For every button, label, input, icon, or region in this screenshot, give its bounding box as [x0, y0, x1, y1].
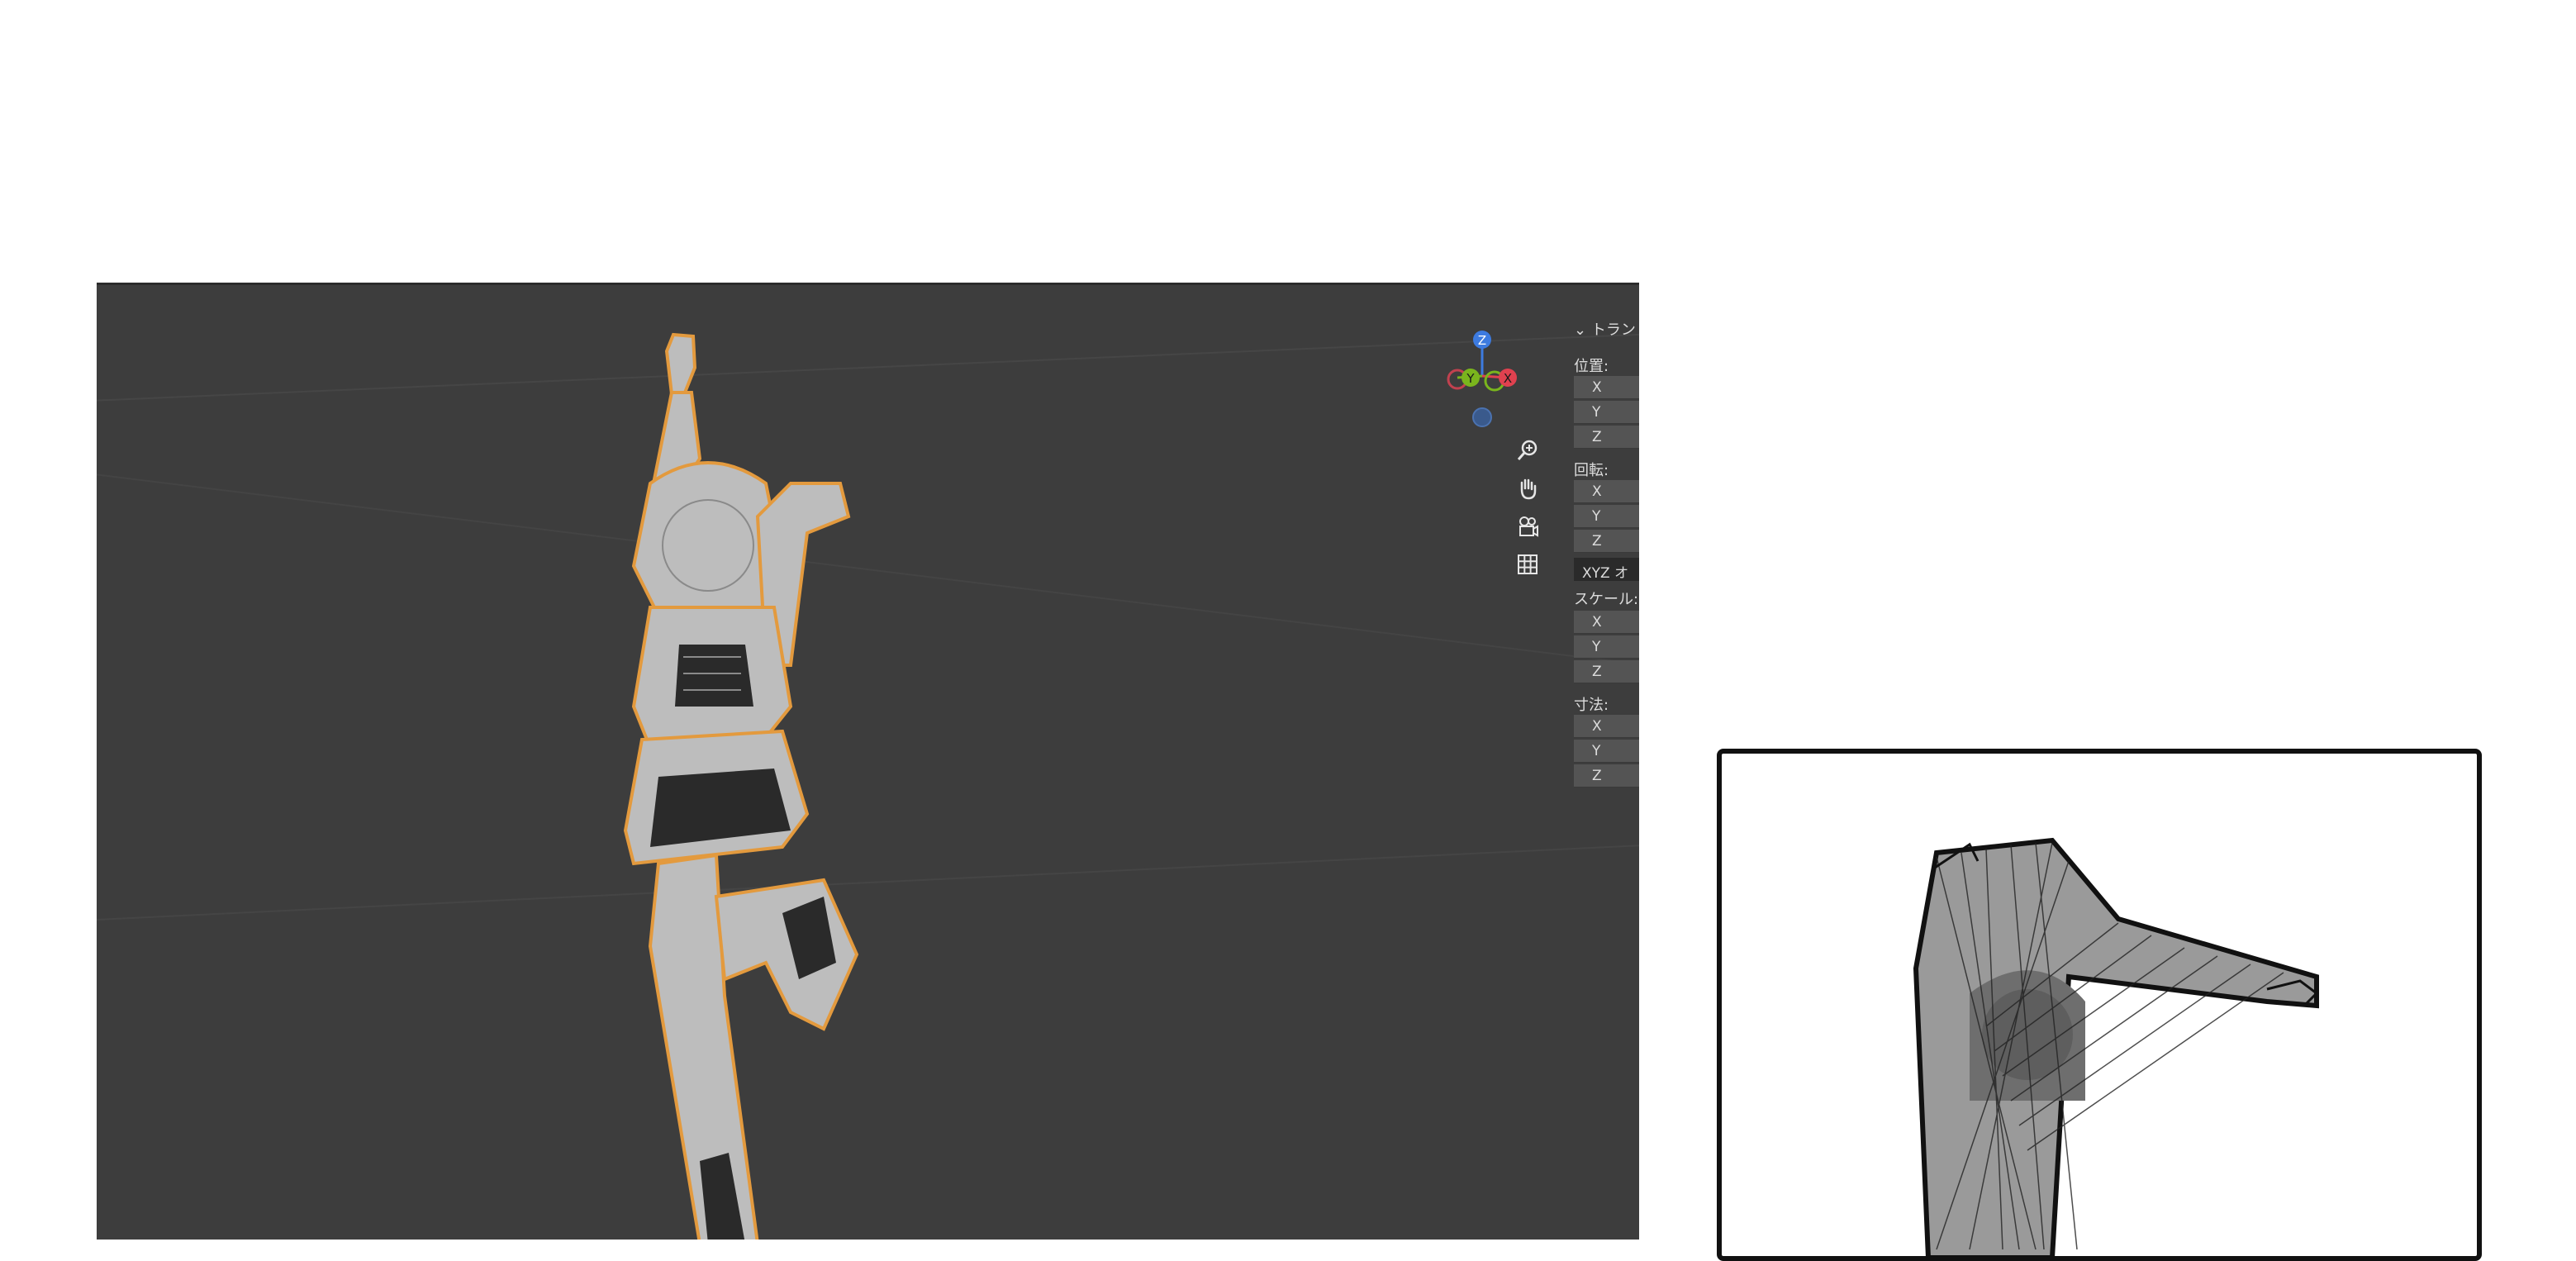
dimensions-label: 寸法:	[1574, 697, 1609, 714]
rotation-z-field[interactable]: Z	[1574, 530, 1639, 553]
scale-z-field[interactable]: Z	[1574, 660, 1639, 683]
location-z-field[interactable]: Z	[1574, 426, 1639, 449]
location-label: 位置:	[1574, 358, 1609, 375]
zoom-icon	[1517, 440, 1538, 460]
gizmo-z-label: Z	[1478, 333, 1486, 348]
chevron-down-icon: ⌄	[1574, 321, 1587, 339]
camera-view-button[interactable]	[1511, 510, 1544, 543]
dimensions-z-field[interactable]: Z	[1574, 764, 1639, 788]
hand-icon	[1520, 478, 1537, 500]
character-model[interactable]	[510, 318, 1088, 1240]
rotation-y-field[interactable]: Y	[1574, 505, 1639, 528]
dimensions-y-field[interactable]: Y	[1574, 740, 1639, 763]
transform-panel: ⌄ トラン 位置: X Y Z 回転: X Y Z XYZ オ スケール: X …	[1569, 318, 1639, 1087]
scale-x-field[interactable]: X	[1574, 611, 1639, 634]
transform-panel-header[interactable]: ⌄ トラン	[1574, 318, 1636, 340]
wireframe-model-image	[1913, 837, 2319, 1256]
3d-viewport[interactable]: Z Y X ⌄ トラン 位置: X Y Z 回転: X Y Z XYZ オ スケ…	[97, 283, 1639, 1240]
scale-label: スケール:	[1574, 591, 1639, 608]
rotation-x-field[interactable]: X	[1574, 480, 1639, 503]
gizmo-x-label: X	[1504, 371, 1512, 386]
dimensions-x-field[interactable]: X	[1574, 715, 1639, 738]
axis-gizmo[interactable]: Z Y X	[1435, 326, 1534, 434]
camera-icon	[1519, 516, 1538, 537]
location-x-field[interactable]: X	[1574, 376, 1639, 399]
gizmo-y-label: Y	[1466, 371, 1475, 386]
wireframe-preview	[1717, 749, 2482, 1261]
zoom-button[interactable]	[1511, 434, 1544, 467]
ortho-toggle-button[interactable]	[1511, 548, 1544, 581]
rotation-label: 回転:	[1574, 462, 1609, 479]
pan-button[interactable]	[1511, 472, 1544, 505]
grid-icon	[1518, 554, 1538, 574]
gizmo-neg-z[interactable]	[1472, 407, 1492, 427]
rotation-mode-select[interactable]: XYZ オ	[1574, 558, 1639, 581]
scale-y-field[interactable]: Y	[1574, 635, 1639, 659]
location-y-field[interactable]: Y	[1574, 401, 1639, 424]
